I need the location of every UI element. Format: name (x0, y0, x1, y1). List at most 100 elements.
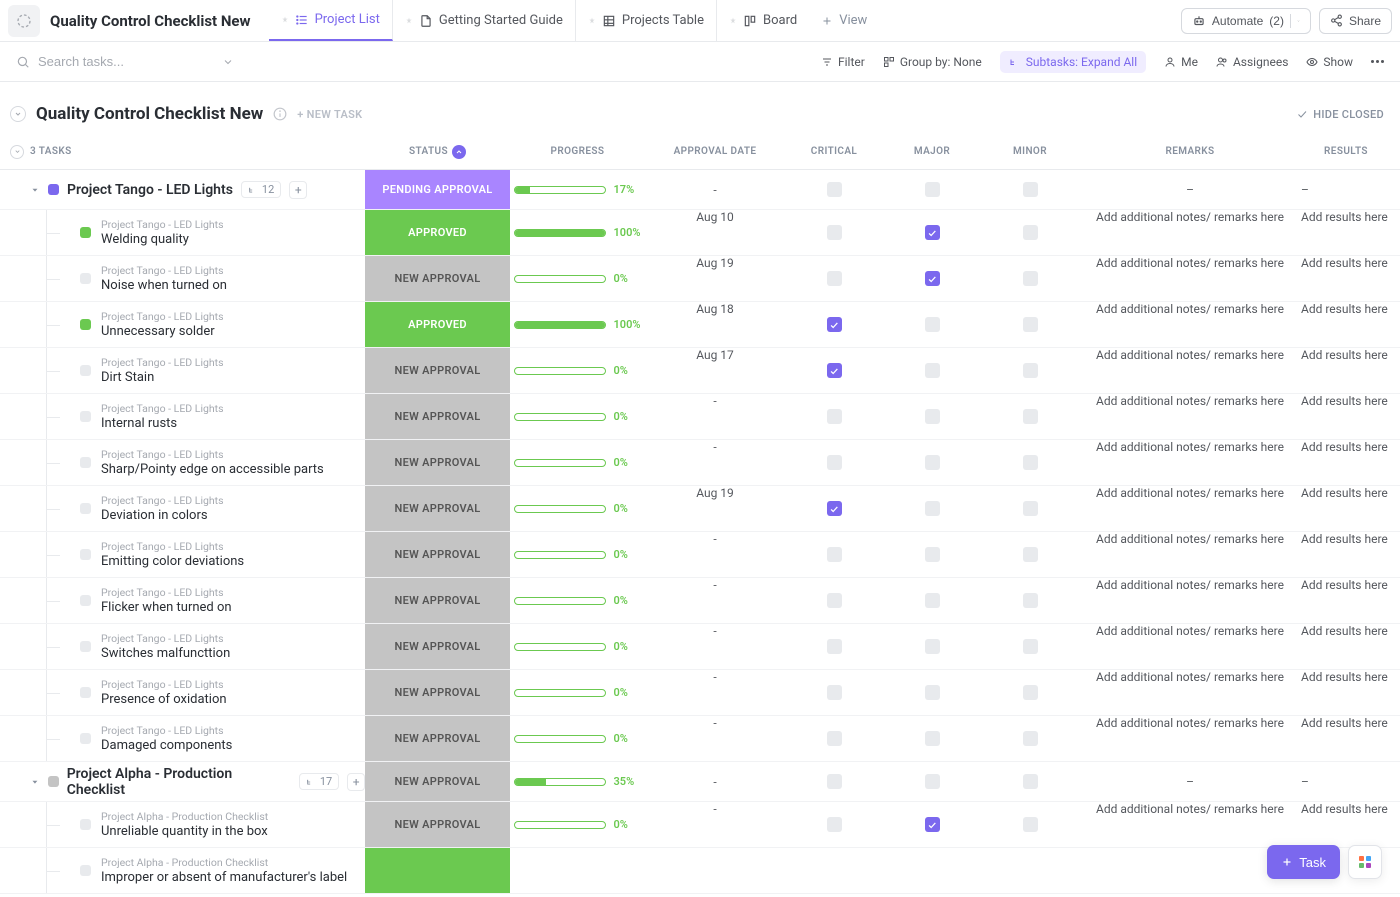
checkbox[interactable] (785, 256, 883, 301)
date-cell[interactable]: - (645, 775, 785, 789)
status-square[interactable] (80, 641, 91, 652)
date-cell[interactable]: - (645, 578, 785, 623)
info-icon[interactable] (273, 107, 287, 121)
results-cell[interactable]: – (1301, 775, 1391, 789)
checkbox[interactable] (981, 256, 1079, 301)
results-cell[interactable]: Add results here (1301, 256, 1391, 301)
status-cell[interactable]: APPROVED (365, 302, 510, 347)
checkbox[interactable] (981, 440, 1079, 485)
status-square[interactable] (80, 595, 91, 606)
subtask-row[interactable]: Project Tango - LED LightsDeviation in c… (0, 486, 1400, 532)
checkbox[interactable] (883, 348, 981, 393)
results-cell[interactable]: Add results here (1301, 532, 1391, 577)
collapse-group[interactable] (10, 145, 24, 159)
checkbox[interactable] (785, 578, 883, 623)
add-subtask[interactable]: + (289, 181, 307, 199)
status-cell[interactable]: NEW APPROVAL (365, 532, 510, 577)
status-cell[interactable]: NEW APPROVAL (365, 394, 510, 439)
status-cell[interactable]: PENDING APPROVAL (365, 170, 510, 209)
remarks-cell[interactable]: Add additional notes/ remarks here (1079, 578, 1301, 623)
status-square[interactable] (80, 227, 91, 238)
subtask-row[interactable]: Project Tango - LED LightsDirt StainNEW … (0, 348, 1400, 394)
status-square[interactable] (80, 865, 91, 876)
subtask-row[interactable]: Project Tango - LED LightsFlicker when t… (0, 578, 1400, 624)
checkbox[interactable] (883, 774, 981, 789)
results-cell[interactable]: Add results here (1301, 486, 1391, 531)
me-button[interactable]: Me (1164, 55, 1198, 69)
results-cell[interactable]: Add results here (1301, 302, 1391, 347)
date-cell[interactable]: - (645, 183, 785, 197)
results-cell[interactable]: – (1301, 183, 1391, 197)
apps-button[interactable] (1348, 845, 1382, 879)
add-view-button[interactable]: View (809, 13, 879, 28)
more-menu[interactable] (1371, 60, 1384, 63)
status-cell[interactable]: NEW APPROVAL (365, 578, 510, 623)
checkbox[interactable] (883, 670, 981, 715)
checkbox[interactable] (883, 802, 981, 847)
status-square[interactable] (80, 365, 91, 376)
tab-getting-started-guide[interactable]: Getting Started Guide (393, 0, 576, 41)
checkbox[interactable] (981, 486, 1079, 531)
col-major[interactable]: MAJOR (883, 146, 981, 157)
subtask-count[interactable]: 12 (241, 181, 281, 198)
checkbox[interactable] (785, 486, 883, 531)
show-button[interactable]: Show (1306, 55, 1353, 69)
checkbox[interactable] (883, 578, 981, 623)
checkbox[interactable] (785, 348, 883, 393)
subtask-count[interactable]: 17 (299, 773, 339, 790)
new-task-fab[interactable]: Task (1267, 845, 1340, 879)
share-button[interactable]: Share (1319, 8, 1392, 34)
date-cell[interactable]: Aug 19 (645, 486, 785, 531)
subtask-row[interactable]: Project Tango - LED LightsPresence of ox… (0, 670, 1400, 716)
status-cell[interactable]: NEW APPROVAL (365, 624, 510, 669)
caret-down-icon[interactable] (30, 185, 40, 195)
checkbox[interactable] (883, 624, 981, 669)
results-cell[interactable]: Add results here (1301, 440, 1391, 485)
collapse-all[interactable] (10, 106, 26, 122)
results-cell[interactable]: Add results here (1301, 578, 1391, 623)
col-status[interactable]: STATUS (365, 145, 510, 159)
checkbox[interactable] (981, 624, 1079, 669)
tab-board[interactable]: Board (717, 0, 809, 41)
add-subtask[interactable]: + (347, 773, 365, 791)
caret-down-icon[interactable] (30, 777, 40, 787)
date-cell[interactable]: - (645, 624, 785, 669)
checkbox[interactable] (785, 302, 883, 347)
status-cell[interactable]: NEW APPROVAL (365, 256, 510, 301)
remarks-cell[interactable]: Add additional notes/ remarks here (1079, 348, 1301, 393)
remarks-cell[interactable]: Add additional notes/ remarks here (1079, 210, 1301, 255)
checkbox[interactable] (981, 716, 1079, 761)
subtask-row[interactable]: Project Tango - LED LightsUnnecessary so… (0, 302, 1400, 348)
checkbox[interactable] (981, 578, 1079, 623)
automate-button[interactable]: Automate (2) (1181, 8, 1311, 34)
subtask-row[interactable]: Project Tango - LED LightsSharp/Pointy e… (0, 440, 1400, 486)
checkbox[interactable] (981, 348, 1079, 393)
status-square[interactable] (48, 776, 59, 787)
checkbox[interactable] (981, 802, 1079, 847)
status-square[interactable] (80, 687, 91, 698)
date-cell[interactable]: - (645, 670, 785, 715)
results-cell[interactable]: Add results here (1301, 716, 1391, 761)
status-square[interactable] (80, 457, 91, 468)
remarks-cell[interactable]: Add additional notes/ remarks here (1079, 716, 1301, 761)
chevron-down-icon[interactable] (222, 56, 234, 68)
date-cell[interactable]: Aug 17 (645, 348, 785, 393)
groupby-button[interactable]: Group by: None (883, 55, 982, 69)
subtask-row[interactable]: Project Alpha - Production ChecklistUnre… (0, 802, 1400, 848)
checkbox[interactable] (785, 774, 883, 789)
remarks-cell[interactable]: Add additional notes/ remarks here (1079, 802, 1301, 847)
status-square[interactable] (80, 273, 91, 284)
checkbox[interactable] (883, 716, 981, 761)
status-cell[interactable]: NEW APPROVAL (365, 670, 510, 715)
remarks-cell[interactable]: Add additional notes/ remarks here (1079, 302, 1301, 347)
status-cell[interactable]: NEW APPROVAL (365, 486, 510, 531)
date-cell[interactable]: - (645, 802, 785, 847)
col-progress[interactable]: PROGRESS (510, 146, 645, 157)
tab-project-list[interactable]: Project List (269, 0, 393, 41)
subtask-row[interactable]: Project Tango - LED LightsInternal rusts… (0, 394, 1400, 440)
remarks-cell[interactable]: Add additional notes/ remarks here (1079, 256, 1301, 301)
status-cell[interactable]: NEW APPROVAL (365, 440, 510, 485)
remarks-cell[interactable]: – (1079, 183, 1301, 197)
col-remarks[interactable]: REMARKS (1079, 146, 1301, 157)
date-cell[interactable]: - (645, 532, 785, 577)
